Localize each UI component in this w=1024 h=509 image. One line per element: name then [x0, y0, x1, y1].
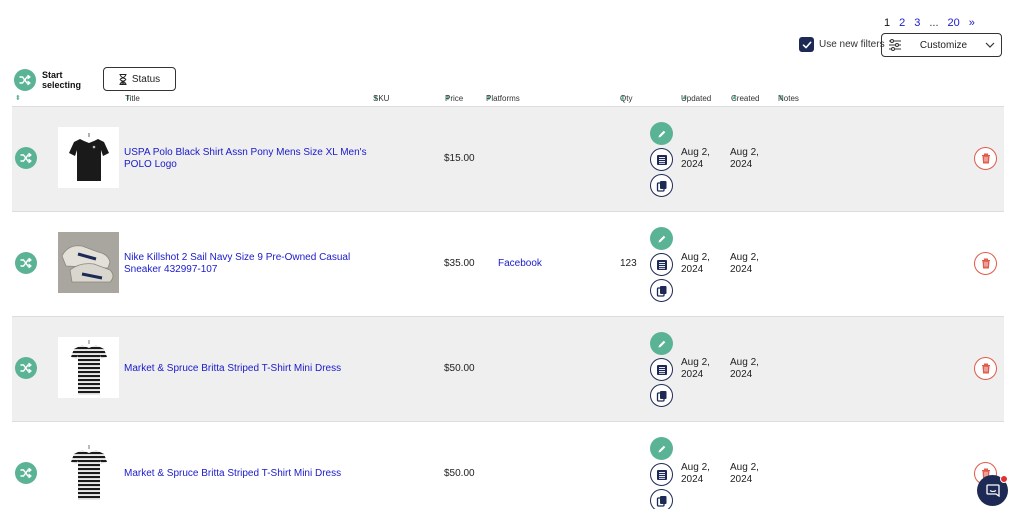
row-actions — [650, 332, 673, 407]
table-row: Market & Spruce Britta Striped T-Shirt M… — [12, 316, 1004, 421]
chat-icon — [985, 484, 1000, 497]
page-link-20[interactable]: 20 — [948, 17, 960, 29]
delete-button[interactable] — [974, 147, 997, 170]
page-link-3[interactable]: 3 — [914, 17, 920, 29]
black-shirt-image — [68, 132, 109, 181]
duplicate-button[interactable] — [650, 174, 673, 197]
copy-icon — [656, 390, 666, 402]
pencil-icon — [658, 235, 665, 242]
status-label: Status — [131, 73, 161, 85]
details-button[interactable] — [650, 463, 673, 486]
platform-link[interactable]: Facebook — [498, 258, 542, 269]
table-row: Nike Killshot 2 Sail Navy Size 9 Pre-Own… — [12, 211, 1004, 316]
duplicate-button[interactable] — [650, 489, 673, 509]
page-link-1[interactable]: 1 — [884, 17, 890, 29]
pagination: 1 2 3 ... 20 » — [884, 17, 984, 29]
product-title-link[interactable]: Nike Killshot 2 Sail Navy Size 9 Pre-Own… — [124, 252, 369, 276]
select-row-shuffle-icon[interactable] — [15, 357, 37, 379]
updated-date: Aug 2, 2024 — [681, 462, 710, 485]
chat-launcher-button[interactable] — [977, 475, 1008, 506]
notification-dot — [1000, 475, 1008, 483]
use-new-filters-checkbox[interactable] — [799, 37, 814, 52]
updated-date: Aug 2, 2024 — [681, 147, 710, 170]
pencil-icon — [658, 340, 665, 347]
copy-icon — [656, 285, 666, 297]
created-date: Aug 2, 2024 — [730, 147, 759, 170]
trash-icon — [981, 153, 990, 164]
start-selecting-button[interactable]: Start selecting — [14, 69, 82, 91]
select-row-shuffle-icon[interactable] — [15, 462, 37, 484]
price-value: $50.00 — [444, 363, 475, 374]
row-actions — [650, 122, 673, 197]
details-button[interactable] — [650, 253, 673, 276]
updated-date: Aug 2, 2024 — [681, 252, 710, 275]
page-next-link[interactable]: » — [969, 17, 975, 29]
price-value: $50.00 — [444, 468, 475, 479]
sort-icon: ⬍ — [15, 95, 21, 102]
delete-button[interactable] — [974, 252, 997, 275]
trash-icon — [981, 363, 990, 374]
product-title-link[interactable]: USPA Polo Black Shirt Assn Pony Mens Siz… — [124, 147, 369, 171]
copy-icon — [656, 180, 666, 192]
list-icon — [656, 364, 667, 375]
sneaker-image — [58, 232, 119, 293]
created-date: Aug 2, 2024 — [730, 462, 759, 485]
striped-dress-image — [70, 339, 107, 395]
updated-date: Aug 2, 2024 — [681, 357, 710, 380]
customize-dropdown[interactable]: Customize — [881, 33, 1002, 57]
trash-icon — [981, 258, 990, 269]
qty-value: 123 — [620, 258, 637, 269]
striped-dress-image — [70, 444, 107, 500]
row-actions — [650, 437, 673, 509]
hourglass-icon — [119, 73, 127, 85]
list-icon — [656, 259, 667, 270]
list-icon — [656, 154, 667, 165]
table-row: Market & Spruce Britta Striped T-Shirt M… — [12, 421, 1004, 509]
delete-button[interactable] — [974, 357, 997, 380]
product-thumbnail[interactable] — [58, 442, 119, 503]
page-link-2[interactable]: 2 — [899, 17, 905, 29]
product-title-link[interactable]: Market & Spruce Britta Striped T-Shirt M… — [124, 363, 369, 375]
created-date: Aug 2, 2024 — [730, 252, 759, 275]
pencil-icon — [658, 130, 665, 137]
price-value: $15.00 — [444, 153, 475, 164]
check-icon — [802, 41, 811, 48]
product-thumbnail[interactable] — [58, 337, 119, 398]
sliders-icon — [889, 39, 901, 51]
row-actions — [650, 227, 673, 302]
inventory-page: 1 2 3 ... 20 » Use new filters Customize… — [0, 0, 1024, 509]
select-row-shuffle-icon[interactable] — [15, 147, 37, 169]
table-header: ⬍ ⬍ Title ⬍ SKU ⬍ Price ⬍ Platforms ⬍ Qty ▲ Up… — [15, 94, 799, 103]
list-icon — [656, 469, 667, 480]
shuffle-icon — [14, 69, 36, 91]
copy-icon — [656, 495, 666, 507]
use-new-filters[interactable]: Use new filters — [799, 37, 885, 52]
duplicate-button[interactable] — [650, 279, 673, 302]
edit-button[interactable] — [650, 437, 673, 460]
product-thumbnail[interactable] — [58, 232, 119, 293]
product-title-link[interactable]: Market & Spruce Britta Striped T-Shirt M… — [124, 468, 369, 480]
price-value: $35.00 — [444, 258, 475, 269]
details-button[interactable] — [650, 148, 673, 171]
table-row: USPA Polo Black Shirt Assn Pony Mens Siz… — [12, 106, 1004, 211]
status-button[interactable]: Status — [103, 67, 176, 91]
duplicate-button[interactable] — [650, 384, 673, 407]
page-ellipsis: ... — [929, 17, 939, 29]
pencil-icon — [658, 445, 665, 452]
edit-button[interactable] — [650, 332, 673, 355]
chevron-down-icon — [985, 42, 995, 48]
created-date: Aug 2, 2024 — [730, 357, 759, 380]
customize-label: Customize — [919, 39, 968, 51]
details-button[interactable] — [650, 358, 673, 381]
edit-button[interactable] — [650, 122, 673, 145]
start-selecting-label: Start selecting — [42, 70, 82, 90]
use-new-filters-label: Use new filters — [819, 39, 885, 50]
edit-button[interactable] — [650, 227, 673, 250]
product-thumbnail[interactable] — [58, 127, 119, 188]
select-row-shuffle-icon[interactable] — [15, 252, 37, 274]
